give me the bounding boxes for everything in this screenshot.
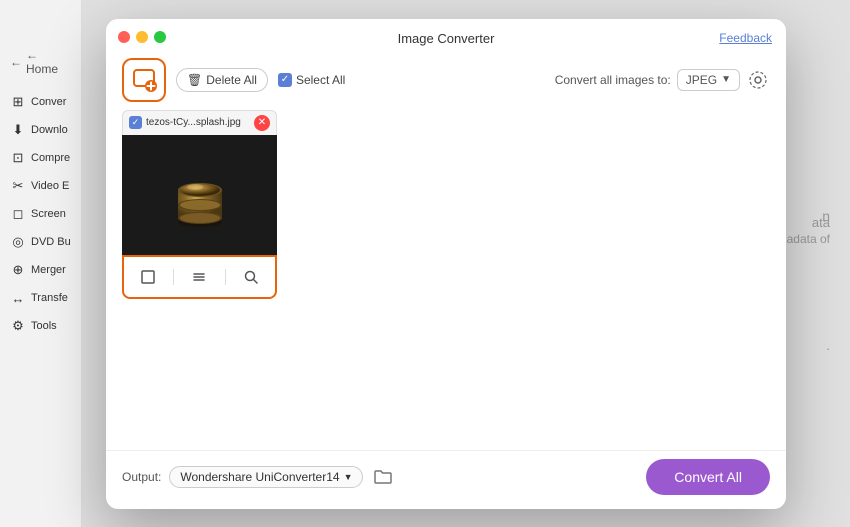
- zoom-icon: [243, 269, 259, 285]
- modal-content: ✓ tezos-tCy...splash.jpg ✕: [106, 110, 786, 450]
- remove-image-button[interactable]: ✕: [254, 115, 270, 131]
- output-section: Output: Wondershare UniConverter14 ▼: [122, 465, 395, 489]
- convert-format-label: Convert all images to:: [555, 73, 671, 87]
- coin-image: [155, 150, 245, 240]
- sidebar-item-tools[interactable]: ⚙ Tools: [0, 312, 81, 340]
- sidebar: ← ← Home ⊞ Conver ⬇ Downlo ⊡ Compre ✂ Vi…: [0, 0, 82, 527]
- sidebar-item-dvd[interactable]: ◎ DVD Bu: [0, 228, 81, 256]
- camera-icon: ◻: [10, 206, 26, 222]
- convert-all-button[interactable]: Convert All: [646, 459, 770, 495]
- image-checkbox[interactable]: ✓: [129, 116, 142, 129]
- select-all-label: Select All: [296, 73, 345, 87]
- convert-icon: ⊞: [10, 94, 26, 110]
- modal-toolbar: 🗑 Delete All ✓ Select All Convert all im…: [106, 54, 786, 110]
- bg-text-2: ata: [812, 215, 830, 230]
- sidebar-item-home[interactable]: ← ← Home: [0, 40, 81, 88]
- sidebar-item-video-edit[interactable]: ✂ Video E: [0, 172, 81, 200]
- settings-icon: [749, 71, 767, 89]
- divider: [225, 269, 226, 285]
- modal-window: Image Converter Feedback 🗑 Delete All: [106, 19, 786, 509]
- compress-icon: ⊡: [10, 150, 26, 166]
- sidebar-item-label: Merger: [31, 264, 66, 276]
- browse-folder-button[interactable]: [371, 465, 395, 489]
- sidebar-item-label: Compre: [31, 152, 70, 164]
- sidebar-item-convert[interactable]: ⊞ Conver: [0, 88, 81, 116]
- crop-button[interactable]: [134, 263, 162, 291]
- sidebar-item-label: Transfe: [31, 292, 68, 304]
- image-filename: tezos-tCy...splash.jpg: [146, 117, 241, 128]
- format-settings-button[interactable]: [746, 68, 770, 92]
- sidebar-item-label: Video E: [31, 180, 69, 192]
- add-icon: [130, 66, 158, 94]
- format-value: JPEG: [686, 73, 717, 87]
- maximize-button[interactable]: [154, 31, 166, 43]
- disc-icon: ◎: [10, 234, 26, 250]
- format-dropdown[interactable]: JPEG ▼: [677, 69, 740, 91]
- delete-all-label: Delete All: [206, 73, 257, 87]
- output-path-value: Wondershare UniConverter14: [180, 470, 339, 484]
- delete-all-button[interactable]: 🗑 Delete All: [176, 68, 268, 92]
- chevron-down-icon: ▼: [721, 74, 731, 85]
- sidebar-item-merger[interactable]: ⊕ Merger: [0, 256, 81, 284]
- zoom-button[interactable]: [237, 263, 265, 291]
- chevron-down-icon: ▼: [344, 472, 353, 482]
- image-card: ✓ tezos-tCy...splash.jpg ✕: [122, 110, 277, 299]
- add-image-button[interactable]: [122, 58, 166, 102]
- image-name: ✓ tezos-tCy...splash.jpg: [129, 116, 241, 129]
- sidebar-item-label: Conver: [31, 96, 66, 108]
- chevron-left-icon: ←: [10, 55, 22, 69]
- sidebar-item-screen[interactable]: ◻ Screen: [0, 200, 81, 228]
- sidebar-item-label: Downlo: [31, 124, 68, 136]
- divider: [173, 269, 174, 285]
- sidebar-item-compress[interactable]: ⊡ Compre: [0, 144, 81, 172]
- home-label: ← Home: [26, 48, 71, 76]
- trash-icon: 🗑: [187, 73, 202, 87]
- modal-title: Image Converter: [398, 31, 495, 46]
- sidebar-item-label: Screen: [31, 208, 66, 220]
- main-area: n ata adata of . Image Converter Feedbac…: [82, 0, 850, 527]
- minimize-button[interactable]: [136, 31, 148, 43]
- list-icon: [191, 269, 207, 285]
- image-thumbnail: [122, 135, 277, 255]
- output-path-selector[interactable]: Wondershare UniConverter14 ▼: [169, 466, 363, 488]
- sidebar-item-label: Tools: [31, 320, 57, 332]
- folder-icon: [374, 469, 392, 485]
- tools-icon: ⚙: [10, 318, 26, 334]
- window-controls: [118, 31, 166, 43]
- image-actions: [122, 255, 277, 299]
- transfer-icon: ↔: [10, 290, 26, 306]
- output-label: Output:: [122, 470, 161, 484]
- select-all-button[interactable]: ✓ Select All: [278, 73, 345, 87]
- sidebar-item-transfer[interactable]: ↔ Transfe: [0, 284, 81, 312]
- bg-text-4: .: [826, 338, 830, 353]
- sidebar-item-download[interactable]: ⬇ Downlo: [0, 116, 81, 144]
- crop-icon: [140, 269, 156, 285]
- feedback-link[interactable]: Feedback: [719, 31, 772, 45]
- modal-footer: Output: Wondershare UniConverter14 ▼ Con…: [106, 450, 786, 509]
- sidebar-item-label: DVD Bu: [31, 236, 71, 248]
- bg-text-3: adata of: [787, 232, 830, 246]
- select-all-checkbox: ✓: [278, 73, 292, 87]
- download-icon: ⬇: [10, 122, 26, 138]
- scissors-icon: ✂: [10, 178, 26, 194]
- merge-icon: ⊕: [10, 262, 26, 278]
- modal-titlebar: Image Converter Feedback: [106, 19, 786, 54]
- list-button[interactable]: [185, 263, 213, 291]
- close-button[interactable]: [118, 31, 130, 43]
- image-header: ✓ tezos-tCy...splash.jpg ✕: [122, 110, 277, 135]
- convert-format-section: Convert all images to: JPEG ▼: [555, 68, 770, 92]
